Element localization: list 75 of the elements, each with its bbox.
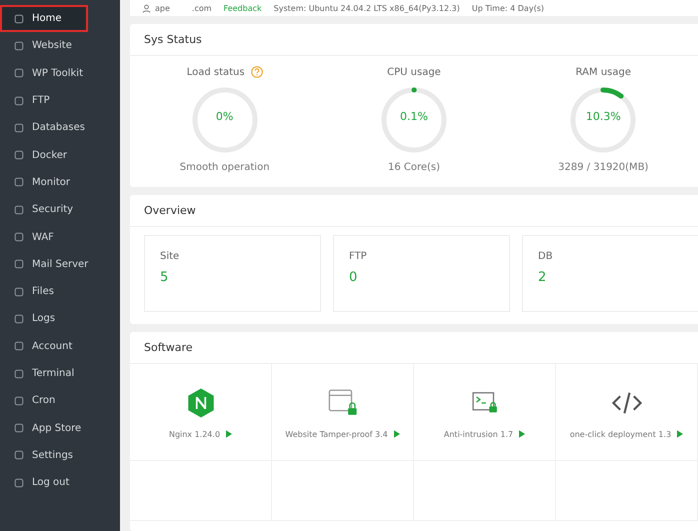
play-icon[interactable] xyxy=(519,430,526,438)
stat-label: DB xyxy=(538,251,554,262)
stat-value: 5 xyxy=(160,270,170,285)
menu-item-icon xyxy=(14,122,24,133)
menu-item-icon xyxy=(14,478,24,488)
sidebar-item[interactable]: Docker xyxy=(0,141,120,169)
sidebar-item[interactable]: Terminal xyxy=(0,360,120,388)
sidebar-item[interactable]: FTP xyxy=(0,86,120,114)
menu-item-icon xyxy=(14,177,24,188)
gauge-value: 0% xyxy=(216,110,234,123)
menu-item-icon xyxy=(14,396,24,406)
gauge-caption: Smooth operation xyxy=(180,162,270,173)
uptime-text: Up Time: 4 Day(s) xyxy=(472,4,544,12)
sidebar-item[interactable]: Files xyxy=(0,278,120,306)
sidebar-item[interactable]: Databases xyxy=(0,114,120,142)
sidebar-item[interactable]: Website xyxy=(0,32,120,60)
play-icon[interactable] xyxy=(677,430,684,438)
panel-title: Software xyxy=(130,332,698,364)
menu-item-icon xyxy=(14,314,24,324)
stat-card[interactable]: DB 2 xyxy=(522,235,698,312)
menu-item-icon xyxy=(14,423,24,434)
stat-value: 2 xyxy=(538,270,548,285)
sidebar-item[interactable]: WAF xyxy=(0,223,120,251)
gauge-value: 0.1% xyxy=(400,110,428,123)
sidebar-item[interactable]: Home xyxy=(0,5,88,32)
panel-title: Sys Status xyxy=(130,24,698,56)
gauge-label: RAM usage xyxy=(576,66,631,78)
software-tile[interactable]: Nginx 1.24.0 xyxy=(130,364,272,461)
gauge-caption: 16 Core(s) xyxy=(388,162,440,173)
sidebar-item[interactable]: Account xyxy=(0,332,120,360)
sidebar-item[interactable]: Settings xyxy=(0,442,120,470)
software-name: one-click deployment 1.3 xyxy=(570,430,672,438)
play-icon[interactable] xyxy=(226,430,232,438)
menu-item-icon xyxy=(14,286,24,297)
sidebar-item[interactable]: Log out xyxy=(0,469,120,496)
play-icon[interactable] xyxy=(394,430,400,438)
menu-item-icon xyxy=(14,14,24,24)
gauge-label: CPU usage xyxy=(387,66,441,78)
sidebar-item[interactable]: Monitor xyxy=(0,168,120,196)
menu-item-icon xyxy=(14,232,24,242)
menu-item-icon xyxy=(14,368,24,378)
menu-item-icon xyxy=(14,450,24,460)
software-name: Nginx 1.24.0 xyxy=(168,430,220,438)
menu-item-icon xyxy=(14,341,24,352)
stat-card[interactable]: Site 5 xyxy=(144,235,321,312)
stat-card[interactable]: FTP 0 xyxy=(333,235,510,312)
user-name: ape xyxy=(155,4,170,12)
menu-item-icon xyxy=(14,96,24,106)
stat-label: Site xyxy=(160,251,180,262)
sidebar-item[interactable]: Mail Server xyxy=(0,250,120,278)
stat-value: 0 xyxy=(349,270,358,285)
panel-title: Overview xyxy=(130,195,698,227)
sidebar-item[interactable]: Cron xyxy=(0,387,120,414)
help-icon[interactable] xyxy=(250,66,263,78)
sidebar-item[interactable]: WP Toolkit xyxy=(0,60,120,87)
menu-item-icon xyxy=(14,68,24,78)
gauge-value: 10.3% xyxy=(586,110,621,123)
software-tile[interactable]: Anti-intrusion 1.7 xyxy=(414,364,556,461)
menu-item-icon xyxy=(14,40,24,51)
menu-item-icon xyxy=(14,259,24,270)
software-name: Anti-intrusion 1.7 xyxy=(444,430,514,438)
domain-text: .com xyxy=(192,4,212,12)
user-icon xyxy=(142,4,151,12)
software-tile[interactable]: one-click deployment 1.3 xyxy=(556,364,698,461)
gauge-label: Load status xyxy=(186,66,245,78)
menu-item-icon xyxy=(14,150,24,160)
sidebar-item[interactable]: Logs xyxy=(0,305,120,333)
sidebar-item[interactable]: App Store xyxy=(0,414,120,442)
software-tile[interactable]: Website Tamper-proof 3.4 xyxy=(272,364,414,461)
stat-label: FTP xyxy=(349,251,368,262)
sidebar-item[interactable]: Security xyxy=(0,196,120,224)
system-info: System: Ubuntu 24.04.2 LTS x86_64(Py3.12.3) xyxy=(274,4,460,12)
software-name: Website Tamper-proof 3.4 xyxy=(285,430,388,438)
gauge-caption: 3289 / 31920(MB) xyxy=(558,162,648,173)
menu-item-icon xyxy=(14,204,24,215)
